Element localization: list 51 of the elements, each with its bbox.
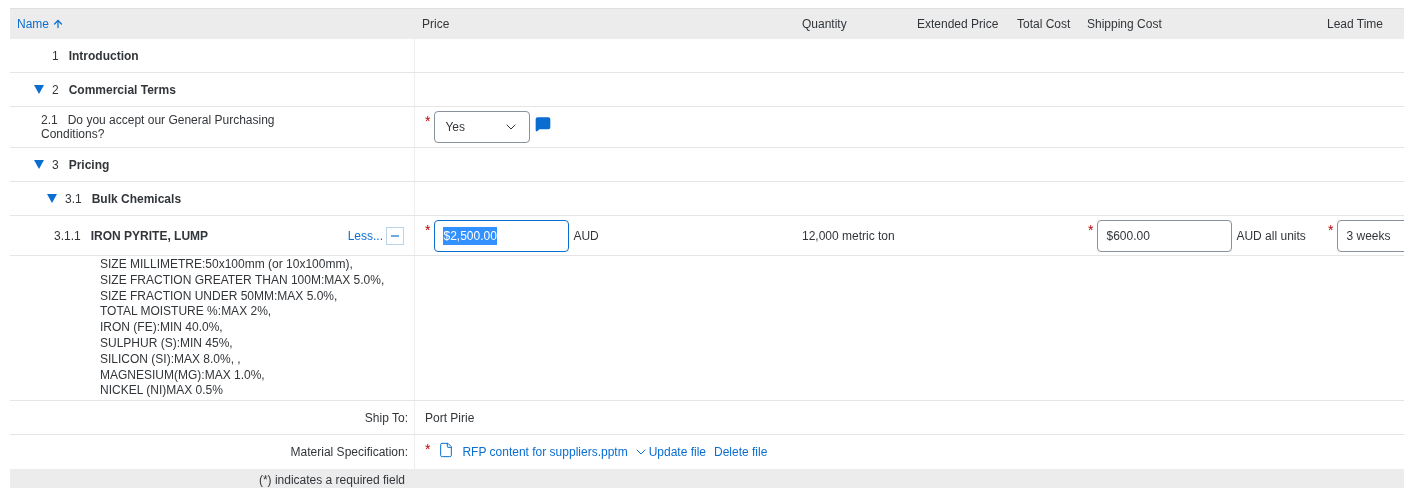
column-header[interactable]: Price	[422, 15, 450, 33]
item-title: IRON PYRITE, LUMP	[90, 227, 210, 245]
specification-line: SILICON (SI):MAX 8.0%, ,	[100, 351, 242, 368]
currency-label: AUD	[573, 227, 599, 245]
input-field[interactable]: 3 weeks	[1337, 219, 1404, 252]
update-file-link[interactable]: Update file	[648, 443, 706, 462]
required-mark: *	[425, 221, 431, 240]
input-field[interactable]: $600.00	[1097, 219, 1233, 252]
section-number: 3.1	[65, 190, 82, 208]
sort-ascending-icon	[52, 18, 64, 30]
specification-line: SIZE FRACTION GREATER THAN 100M:MAX 5.0%,	[100, 272, 386, 289]
material-specification-label: Material Specification:	[290, 444, 408, 462]
question-text: 2.1 Do you accept our General Purchasing Conditions?	[41, 113, 276, 141]
expand-triangle-icon[interactable]	[34, 85, 44, 94]
less-link[interactable]: Less...	[347, 226, 383, 245]
section-number: 1	[52, 47, 59, 65]
section-number: 2	[52, 81, 59, 99]
specification-line: IRON (FE):MIN 40.0%,	[100, 320, 224, 336]
expand-triangle-icon[interactable]	[47, 194, 57, 203]
file-icon	[438, 442, 455, 459]
required-mark: *	[1328, 221, 1334, 240]
delete-file-link[interactable]: Delete file	[714, 443, 768, 462]
required-field-note: (*) indicates a required field	[258, 472, 405, 488]
expand-triangle-icon[interactable]	[34, 160, 44, 169]
required-mark: *	[425, 112, 431, 131]
column-header[interactable]: Quantity	[802, 15, 847, 33]
section-title: Introduction	[68, 47, 139, 65]
specification-line: MAGNESIUM(MG):MAX 1.0%,	[100, 367, 266, 384]
specification-line: NICKEL (NI)MAX 0.5%	[100, 383, 224, 400]
column-header[interactable]: Name	[17, 15, 49, 33]
required-mark: *	[425, 440, 431, 460]
required-mark: *	[1088, 221, 1094, 240]
specification-line: TOTAL MOISTURE %:MAX 2%,	[100, 304, 273, 321]
section-title: Commercial Terms	[68, 81, 176, 99]
quantity-value: 12,000 metric ton	[802, 227, 895, 245]
column-header[interactable]: Lead Time	[1327, 15, 1384, 33]
section-number: 3	[52, 156, 59, 174]
specification-line: SIZE MILLIMETRE:50x100mm (or 10x100mm),	[100, 257, 354, 273]
column-header[interactable]: Total Cost	[1017, 15, 1071, 33]
specification-line: SULPHUR (S):MIN 45%,	[100, 336, 234, 352]
shipping-unit-label: AUD all units	[1236, 227, 1306, 245]
column-header[interactable]: Shipping Cost	[1087, 15, 1162, 33]
ship-to-value: Port Pirie	[425, 409, 475, 427]
ship-to-label: Ship To:	[364, 409, 408, 427]
section-title: Pricing	[68, 156, 110, 174]
answer-dropdown[interactable]: Yes	[434, 111, 531, 143]
specification-line: SIZE FRACTION UNDER 50MM:MAX 5.0%,	[100, 288, 339, 305]
column-header[interactable]: Extended Price	[917, 15, 999, 33]
file-link[interactable]: RFP content for suppliers.pptm	[462, 443, 628, 462]
section-title: Bulk Chemicals	[91, 190, 182, 208]
item-number: 3.1.1	[54, 227, 81, 245]
